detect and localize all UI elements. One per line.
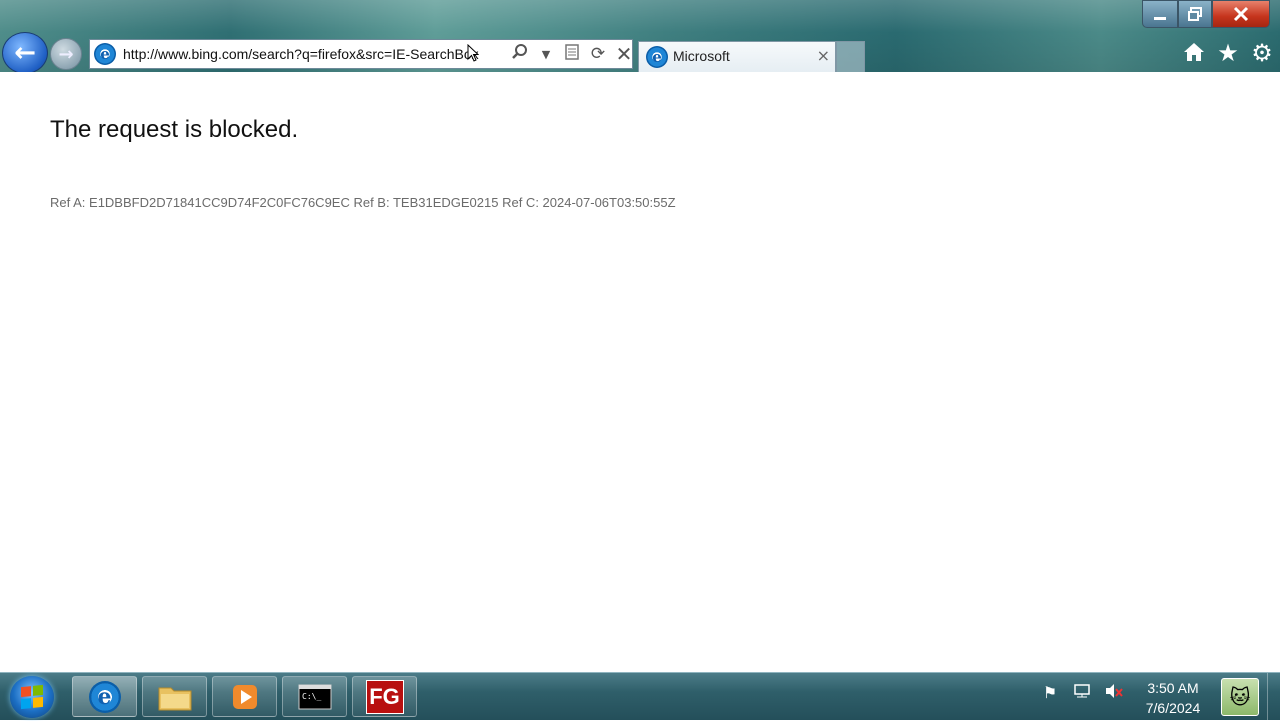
browser-toolbar-icons: ★ ⚙: [1182, 40, 1274, 69]
page-content: The request is blocked. Ref A: E1DBBFD2D…: [0, 73, 1280, 672]
stop-icon[interactable]: ✕: [614, 42, 634, 66]
network-icon[interactable]: [1072, 683, 1092, 703]
ie-icon: e: [94, 43, 116, 65]
window-controls: [1142, 0, 1270, 28]
taskbar-command-prompt[interactable]: C:\_: [282, 676, 347, 717]
address-tools: ▼ ⟳ ✕: [510, 42, 634, 66]
ie-icon: e: [88, 680, 121, 713]
page-title: The request is blocked.: [50, 116, 299, 143]
reference-ids: Ref A: E1DBBFD2D71841CC9D74F2C0FC76C9EC …: [50, 195, 676, 210]
back-button[interactable]: ←: [2, 32, 48, 72]
system-tray: ⚑: [1040, 683, 1124, 703]
favorites-icon[interactable]: ★: [1216, 40, 1240, 69]
show-desktop-button[interactable]: [1267, 673, 1280, 721]
taskbar-windows-explorer[interactable]: [142, 676, 207, 717]
new-tab-button[interactable]: [836, 41, 865, 72]
restore-icon: [1188, 7, 1202, 21]
dropdown-icon[interactable]: ▼: [536, 48, 556, 61]
tab-close-icon[interactable]: ×: [817, 46, 830, 65]
close-icon: [1233, 6, 1249, 22]
ie-icon: e: [646, 46, 668, 68]
tab-title: Microsoft: [673, 48, 730, 64]
tab-microsoft[interactable]: e Microsoft ×: [638, 41, 836, 72]
volume-muted-icon[interactable]: [1104, 683, 1124, 703]
user-avatar-icon[interactable]: 🐱: [1221, 678, 1259, 716]
taskbar-internet-explorer[interactable]: e: [72, 676, 137, 717]
search-icon[interactable]: [510, 43, 530, 66]
home-icon[interactable]: [1182, 40, 1206, 69]
refresh-icon[interactable]: ⟳: [588, 44, 608, 64]
close-button[interactable]: [1212, 0, 1270, 28]
browser-chrome: ← → e http://www.bing.com/search?q=firef…: [0, 0, 1280, 72]
action-center-flag-icon[interactable]: ⚑: [1040, 683, 1060, 703]
forward-arrow-icon: →: [58, 43, 74, 65]
taskbar-fg-app[interactable]: FG: [352, 676, 417, 717]
svg-text:C:\_: C:\_: [302, 692, 321, 701]
tools-gear-icon[interactable]: ⚙: [1250, 40, 1274, 69]
start-button[interactable]: [10, 676, 54, 718]
taskbar: e C:\_ FG ⚑ 3:50 AM 7/6/2024 🐱: [0, 672, 1280, 721]
back-arrow-icon: ←: [14, 38, 36, 68]
minimize-button[interactable]: [1142, 0, 1178, 28]
media-player-icon: [232, 684, 257, 709]
address-bar[interactable]: e http://www.bing.com/search?q=firefox&s…: [89, 39, 633, 69]
system-clock[interactable]: 3:50 AM 7/6/2024: [1137, 678, 1209, 718]
taskbar-media-player[interactable]: [212, 676, 277, 717]
forward-button[interactable]: →: [50, 38, 82, 70]
mouse-cursor-icon: [467, 44, 479, 62]
fg-app-icon: FG: [365, 679, 404, 714]
clock-time: 3:50 AM: [1147, 680, 1199, 696]
compatibility-icon[interactable]: [562, 43, 582, 66]
clock-date: 7/6/2024: [1145, 700, 1201, 716]
minimize-icon: [1154, 17, 1166, 20]
folder-icon: [158, 687, 191, 710]
windows-logo-icon: [21, 684, 43, 710]
url-text[interactable]: http://www.bing.com/search?q=firefox&src…: [123, 46, 508, 62]
command-prompt-icon: C:\_: [298, 684, 331, 709]
maximize-button[interactable]: [1178, 0, 1212, 28]
